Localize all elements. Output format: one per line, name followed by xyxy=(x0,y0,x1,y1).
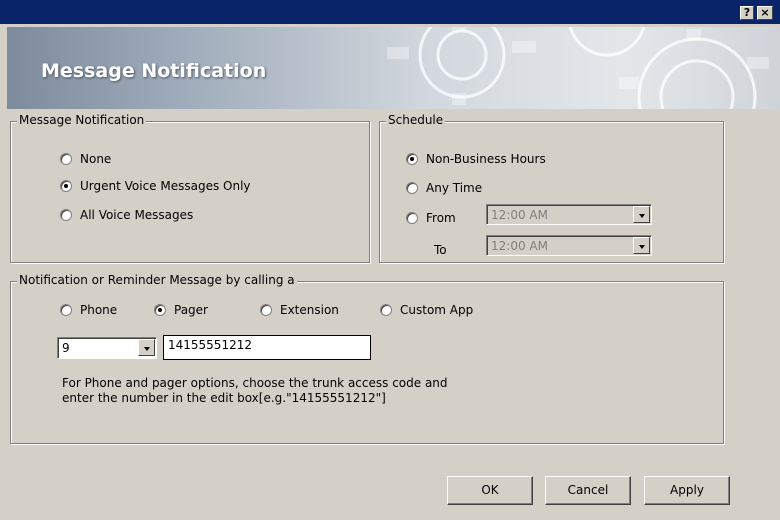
title-bar: ? × xyxy=(0,0,780,24)
radio-none-label: None xyxy=(80,152,112,166)
radio-pager-circle[interactable] xyxy=(154,304,166,316)
schedule-legend: Schedule xyxy=(386,113,446,127)
phone-number-input[interactable]: 14155551212 xyxy=(163,335,371,360)
radio-any-time-label: Any Time xyxy=(426,181,483,195)
radio-custom-app[interactable]: Custom App xyxy=(380,303,473,317)
radio-from-circle[interactable] xyxy=(406,212,418,224)
radio-from[interactable]: From xyxy=(406,211,456,225)
from-time-select[interactable]: 12:00 AM xyxy=(486,204,652,225)
radio-none-circle[interactable] xyxy=(60,153,72,165)
notification-method-legend: Notification or Reminder Message by call… xyxy=(17,273,297,287)
chevron-down-icon[interactable] xyxy=(138,339,155,356)
hint-line-1: For Phone and pager options, choose the … xyxy=(62,376,448,390)
header-banner: Message Notification xyxy=(7,27,780,109)
radio-all-voice-label: All Voice Messages xyxy=(80,208,194,222)
to-time-value: 12:00 AM xyxy=(491,239,548,253)
to-time-select[interactable]: 12:00 AM xyxy=(486,235,652,256)
radio-pager-label: Pager xyxy=(174,303,208,317)
trunk-access-code-select[interactable]: 9 xyxy=(57,337,157,359)
from-time-value: 12:00 AM xyxy=(491,208,548,222)
ok-button[interactable]: OK xyxy=(447,476,533,505)
radio-urgent-only-circle[interactable] xyxy=(60,180,72,192)
radio-non-business-hours-circle[interactable] xyxy=(406,153,418,165)
to-label: To xyxy=(434,243,447,257)
cancel-button[interactable]: Cancel xyxy=(545,476,631,505)
close-button[interactable]: × xyxy=(757,6,773,20)
radio-urgent-only[interactable]: Urgent Voice Messages Only xyxy=(60,179,251,193)
schedule-group: Schedule Non-Business Hours Any Time Fro… xyxy=(379,113,724,263)
radio-extension[interactable]: Extension xyxy=(260,303,339,317)
radio-extension-circle[interactable] xyxy=(260,304,272,316)
apply-button[interactable]: Apply xyxy=(644,476,730,505)
message-notification-group: Message Notification None Urgent Voice M… xyxy=(10,113,370,263)
chevron-down-icon[interactable] xyxy=(633,206,650,223)
message-notification-legend: Message Notification xyxy=(17,113,147,127)
trunk-access-code-value: 9 xyxy=(62,341,70,355)
radio-phone-circle[interactable] xyxy=(60,304,72,316)
radio-all-voice-circle[interactable] xyxy=(60,209,72,221)
radio-non-business-hours[interactable]: Non-Business Hours xyxy=(406,152,546,166)
radio-any-time[interactable]: Any Time xyxy=(406,181,482,195)
radio-pager[interactable]: Pager xyxy=(154,303,208,317)
notification-method-group: Notification or Reminder Message by call… xyxy=(10,273,724,444)
radio-any-time-circle[interactable] xyxy=(406,182,418,194)
radio-custom-app-label: Custom App xyxy=(400,303,474,317)
radio-none[interactable]: None xyxy=(60,152,111,166)
banner-title: Message Notification xyxy=(41,60,267,82)
radio-from-label: From xyxy=(426,211,456,225)
chevron-down-icon[interactable] xyxy=(633,237,650,254)
radio-urgent-only-label: Urgent Voice Messages Only xyxy=(80,179,251,193)
help-button[interactable]: ? xyxy=(740,6,754,20)
radio-all-voice[interactable]: All Voice Messages xyxy=(60,208,193,222)
radio-non-business-hours-label: Non-Business Hours xyxy=(426,152,546,166)
radio-phone-label: Phone xyxy=(80,303,118,317)
radio-extension-label: Extension xyxy=(280,303,339,317)
radio-phone[interactable]: Phone xyxy=(60,303,117,317)
radio-custom-app-circle[interactable] xyxy=(380,304,392,316)
hint-line-2: enter the number in the edit box[e.g."14… xyxy=(62,391,386,405)
